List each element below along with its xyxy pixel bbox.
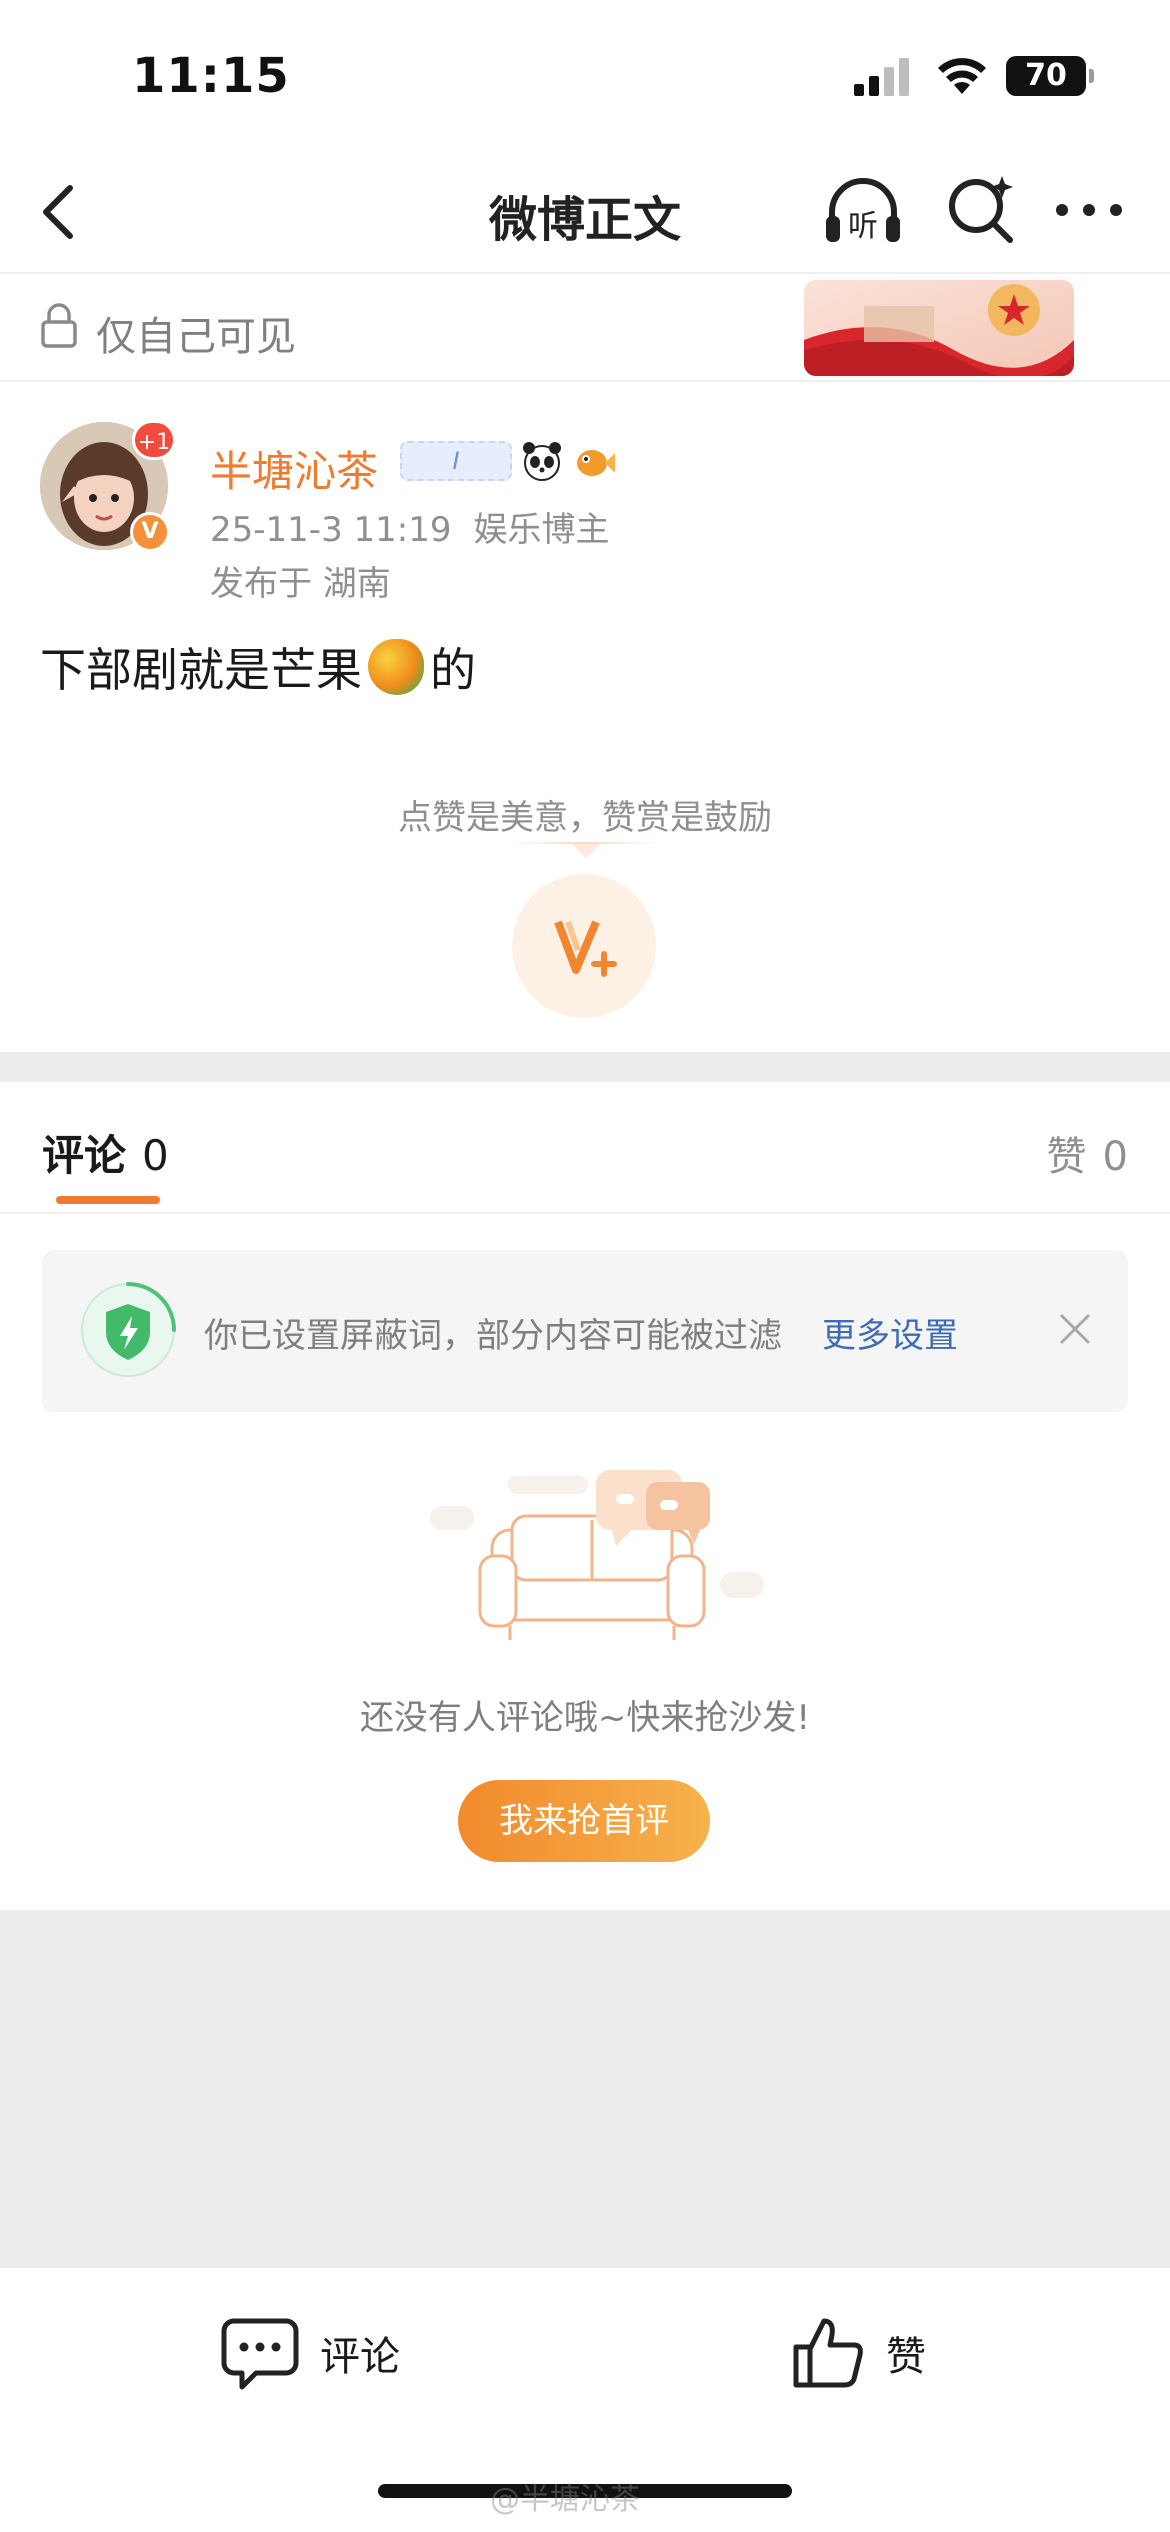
comment-button-label: 评论 (320, 2334, 400, 2380)
tab-likes-count: 0 (1102, 1134, 1128, 1180)
status-bar: 11:15 70 (0, 0, 1170, 150)
comment-icon (221, 2318, 299, 2390)
tab-likes[interactable]: 赞0 (1047, 1124, 1128, 1182)
reward-v-plus-icon (554, 920, 617, 977)
like-button[interactable]: 赞 (790, 2308, 926, 2398)
post-text-after: 的 (430, 643, 476, 697)
empty-comments-text: 还没有人评论哦~快来抢沙发! (359, 1698, 811, 1738)
tab-likes-label: 赞 (1046, 1134, 1087, 1180)
battery-icon: 70 (1006, 56, 1094, 96)
wifi-icon (938, 58, 986, 94)
bottom-spacer (0, 1910, 1170, 2266)
author-badges: I (400, 436, 616, 486)
listen-button[interactable]: 听 (822, 170, 904, 252)
post-timestamp: 25-11-3 11:19 (210, 510, 452, 550)
filter-notice-text: 你已设置屏蔽词，部分内容可能被过滤 (204, 1316, 782, 1356)
post-content: 下部剧就是芒果 的 (40, 634, 476, 700)
post-text-before: 下部剧就是芒果 (40, 643, 362, 697)
reward-tip-caret (572, 844, 600, 858)
lock-icon (41, 303, 77, 348)
tab-active-indicator (56, 1196, 160, 1204)
first-comment-button[interactable]: 我来抢首评 (458, 1780, 710, 1862)
tab-comments-count: 0 (142, 1131, 169, 1180)
mango-emoji (368, 639, 424, 695)
watermark: @半塘沁茶 (490, 2482, 640, 2517)
fan-badge[interactable]: I (400, 441, 512, 481)
signal-icon (854, 58, 909, 96)
tab-comments[interactable]: 评论 0 (42, 1122, 169, 1183)
search-sparkle-icon[interactable] (944, 172, 1018, 246)
verified-badge: V (130, 512, 170, 552)
tab-comments-label: 评论 (42, 1131, 127, 1180)
shield-icon (81, 1282, 176, 1377)
goldfish-icon (572, 439, 616, 483)
comment-button[interactable]: 评论 (220, 2308, 400, 2398)
panda-icon (520, 439, 564, 483)
section-separator (0, 1052, 1170, 1082)
more-settings-link[interactable]: 更多设置 (822, 1308, 958, 1357)
reward-button[interactable] (512, 874, 656, 1018)
more-icon[interactable] (1052, 190, 1126, 230)
listen-headphones-icon: 听 (826, 178, 900, 244)
sofa-chat-illustration (430, 1470, 764, 1640)
post-meta: 25-11-3 11:19 娱乐博主 (210, 502, 610, 551)
like-button-label: 赞 (886, 2334, 926, 2380)
visibility-row[interactable]: 仅自己可见 (0, 274, 1170, 382)
navigation-bar: 微博正文 听 (0, 150, 1170, 274)
author-role: 娱乐博主 (473, 510, 610, 550)
visibility-text: 仅自己可见 (96, 314, 296, 360)
listen-label: 听 (848, 209, 878, 244)
author-name[interactable]: 半塘沁茶 (210, 438, 378, 499)
close-icon[interactable] (1054, 1308, 1096, 1350)
post-location: 发布于 湖南 (210, 564, 391, 604)
thumbs-up-icon (793, 2318, 863, 2388)
reward-tip: 点赞是美意，赞赏是鼓励 (398, 798, 772, 838)
status-time: 11:15 (132, 48, 290, 104)
avatar-notification-badge: +1 (132, 420, 176, 460)
national-banner-image (804, 280, 1074, 376)
comment-tabs: 评论 0 赞0 (0, 1082, 1170, 1214)
filter-notice: 你已设置屏蔽词，部分内容可能被过滤 更多设置 (42, 1250, 1128, 1412)
